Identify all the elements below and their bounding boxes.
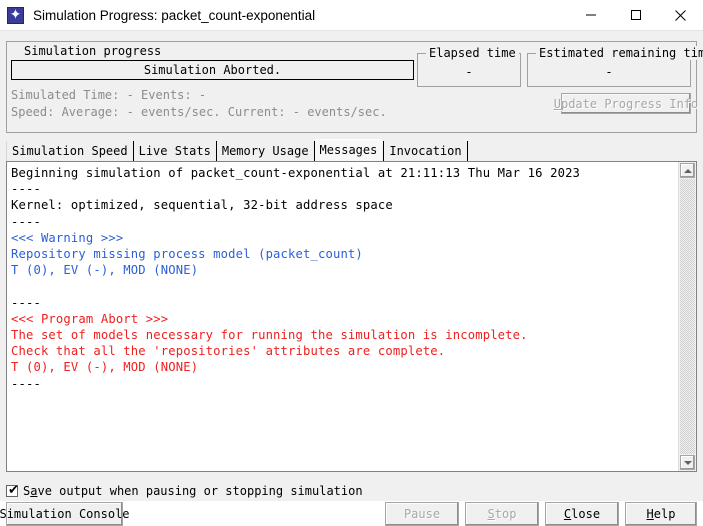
estimated-remaining-time-legend: Estimated remaining time xyxy=(536,46,703,60)
log-line: The set of models necessary for running … xyxy=(11,328,528,343)
help-mnemonic: H xyxy=(646,507,654,521)
close-icon[interactable] xyxy=(658,0,703,30)
log-line: ---- xyxy=(11,214,41,229)
stop-mnemonic: S xyxy=(487,507,495,521)
save-output-label: Save output when pausing or stopping sim… xyxy=(23,484,363,498)
estimated-remaining-time-group: Estimated remaining time - xyxy=(527,46,703,87)
log-line: <<< Program Abort >>> xyxy=(11,311,169,326)
stop-button[interactable]: Stop xyxy=(465,502,539,526)
save-output-row[interactable]: ✔ Save output when pausing or stopping s… xyxy=(6,484,363,498)
stop-label: top xyxy=(494,507,517,521)
simulation-progress-legend: Simulation progress xyxy=(21,44,165,58)
log-line: Repository missing process model (packet… xyxy=(11,247,363,262)
progress-bar: Simulation Aborted. xyxy=(11,60,414,80)
title-bar: ✦ Simulation Progress: packet_count-expo… xyxy=(0,0,703,30)
pause-button[interactable]: Pause xyxy=(385,502,459,526)
tab-messages[interactable]: Messages xyxy=(314,139,384,161)
log-line: T (0), EV (-), MOD (NONE) xyxy=(11,263,199,278)
elapsed-time-group: Elapsed time - xyxy=(417,46,521,87)
simulation-progress-window: ✦ Simulation Progress: packet_count-expo… xyxy=(0,0,703,526)
elapsed-time-value: - xyxy=(465,65,473,79)
log-line: ---- xyxy=(11,295,41,310)
scroll-up-icon[interactable] xyxy=(680,163,695,178)
tab-label: Memory Usage xyxy=(221,144,309,158)
elapsed-time-legend: Elapsed time xyxy=(426,46,519,60)
tab-invocation[interactable]: Invocation xyxy=(383,141,468,161)
log-line: ---- xyxy=(11,376,41,391)
estimated-remaining-time-value: - xyxy=(605,65,613,79)
speed-stats: Speed: Average: - events/sec. Current: -… xyxy=(11,105,387,119)
tab-simulation-speed[interactable]: Simulation Speed xyxy=(6,141,134,161)
help-label: elp xyxy=(653,507,676,521)
minimize-icon[interactable] xyxy=(568,0,613,30)
maximize-icon[interactable] xyxy=(613,0,658,30)
tab-memory-usage[interactable]: Memory Usage xyxy=(216,141,315,161)
messages-panel: Beginning simulation of packet_count-exp… xyxy=(6,161,697,472)
simulation-console-button[interactable]: Simulation Console xyxy=(0,502,130,526)
log-text-area[interactable]: Beginning simulation of packet_count-exp… xyxy=(7,162,678,471)
log-line: Check that all the 'repositories' attrib… xyxy=(11,344,446,359)
help-button[interactable]: Help xyxy=(625,502,697,526)
client-area: Simulation progress Simulation Aborted. … xyxy=(0,30,703,526)
simulated-time-stats: Simulated Time: - Events: - xyxy=(11,88,207,102)
simulation-console-label: Simulation Console xyxy=(0,507,130,521)
log-line: Beginning simulation of packet_count-exp… xyxy=(11,166,581,180)
log-line: <<< Warning >>> xyxy=(11,230,124,245)
close-mnemonic: C xyxy=(563,507,572,521)
tab-live-stats[interactable]: Live Stats xyxy=(133,141,217,161)
tab-label: Simulation Speed xyxy=(12,144,128,158)
save-output-checkbox[interactable]: ✔ xyxy=(6,483,19,498)
app-starburst-icon: ✦ xyxy=(7,6,24,24)
scrollbar-track[interactable] xyxy=(680,179,695,454)
window-controls xyxy=(568,0,703,30)
log-scrollbar[interactable] xyxy=(678,162,696,471)
arrow-up-glyph xyxy=(683,168,692,173)
pause-label: Pause xyxy=(403,507,441,521)
update-button-mnemonic: U xyxy=(553,96,561,111)
log-line: Kernel: optimized, sequential, 32-bit ad… xyxy=(11,198,393,213)
scroll-down-icon[interactable] xyxy=(680,455,695,470)
progress-bar-text: Simulation Aborted. xyxy=(143,63,282,77)
update-progress-info-button[interactable]: Update Progress Info xyxy=(554,93,698,114)
log-line: ---- xyxy=(11,182,41,197)
tab-label: Messages xyxy=(319,143,378,157)
update-button-label: pdate Progress Info xyxy=(560,96,699,111)
log-line: T (0), EV (-), MOD (NONE) xyxy=(11,360,199,375)
tab-label: Invocation xyxy=(389,144,462,158)
tab-label: Live Stats xyxy=(138,144,211,158)
tab-strip: Simulation Speed Live Stats Memory Usage… xyxy=(6,139,697,161)
arrow-down-glyph xyxy=(683,460,692,465)
save-label-suffix: ve output when pausing or stopping simul… xyxy=(37,484,363,498)
starburst-glyph: ✦ xyxy=(9,6,22,23)
window-title: Simulation Progress: packet_count-expone… xyxy=(33,7,316,23)
checkmark-icon: ✔ xyxy=(8,483,19,498)
close-button[interactable]: Close xyxy=(545,502,619,526)
close-label: lose xyxy=(571,507,601,521)
